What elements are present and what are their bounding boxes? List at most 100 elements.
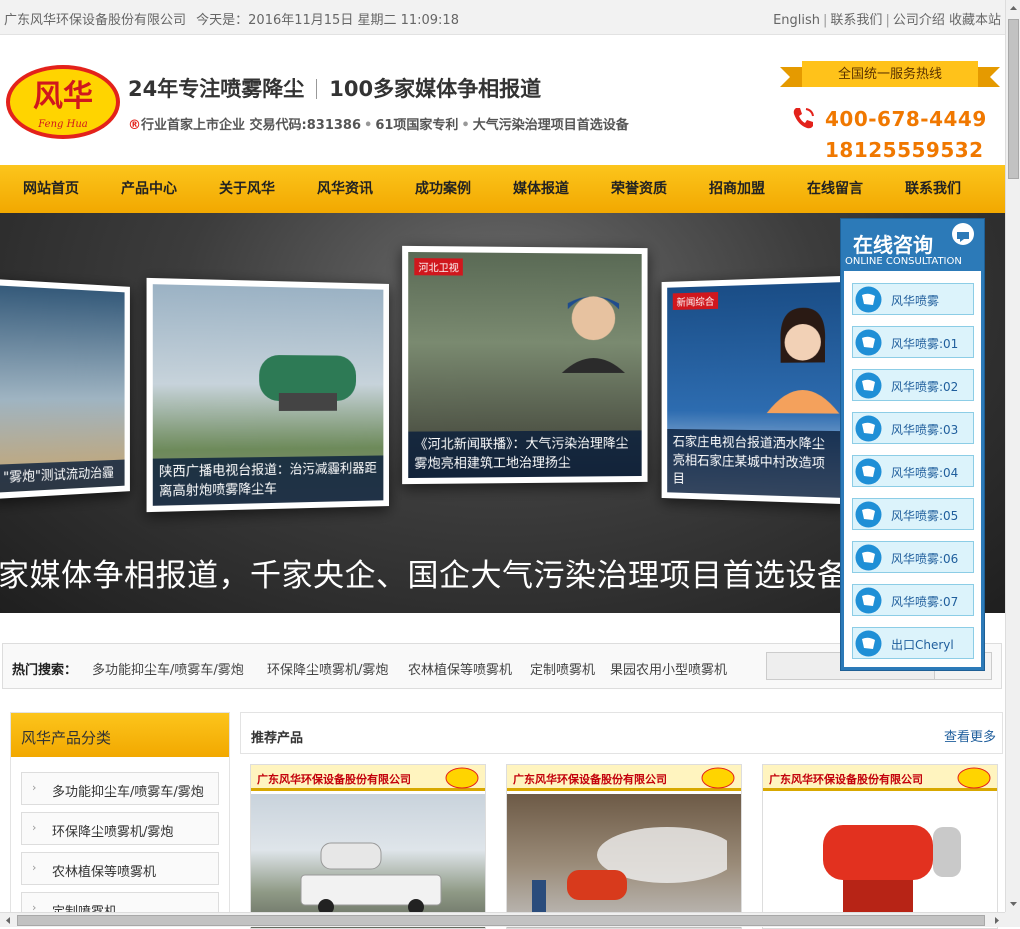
fenghua-logo[interactable]: 风华 Feng Hua xyxy=(4,63,122,141)
interviewee-icon xyxy=(554,283,633,373)
hot-search-label: 热门搜索： xyxy=(12,659,77,678)
slogan-sub: ®行业首家上市企业 交易代码:831386 • 61项国家专利 • 大气污染治理项目首选… xyxy=(128,114,629,133)
hot-keyword[interactable]: 果园农用小型喷雾机 xyxy=(610,659,727,678)
link-english[interactable]: English xyxy=(773,13,820,28)
card-company: 广东风华环保设备股份有限公司 xyxy=(513,771,667,787)
category-item[interactable]: › 多功能抑尘车/喷雾车/雾炮 xyxy=(21,772,219,805)
product-category-box: 风华产品分类 › 多功能抑尘车/喷雾车/雾炮 › 环保降尘喷雾机/雾炮 › 农林… xyxy=(10,712,230,927)
nav-home[interactable]: 网站首页 xyxy=(23,165,79,213)
view-more-link[interactable]: 查看更多 xyxy=(944,726,996,745)
nav-media[interactable]: 媒体报道 xyxy=(513,165,569,213)
media-caption-3: 《河北新闻联播》：大气污染治理降尘雾炮亮相建筑工地治理扬尘 xyxy=(408,430,641,478)
qq-contact-button[interactable]: 风华喷雾:01 xyxy=(852,326,974,358)
phone-mobile: 18125559532 xyxy=(825,138,984,162)
media-shot-1: "雾炮"测试流动治霾 xyxy=(0,279,130,499)
online-consult-panel: 在线咨询 ONLINE CONSULTATION 风华喷雾 风华喷雾:01 风华… xyxy=(840,218,985,671)
chevron-right-icon: › xyxy=(32,781,36,794)
date-text: 今天是：2016年11月15日 星期二 11:09:18 xyxy=(196,13,459,28)
nav-contact[interactable]: 联系我们 xyxy=(905,165,961,213)
hot-keyword[interactable]: 多功能抑尘车/喷雾车/雾炮 xyxy=(92,659,244,678)
top-bar: 广东风华环保设备股份有限公司 今天是：2016年11月15日 星期二 11:09… xyxy=(0,0,1005,35)
qq-contact-button[interactable]: 风华喷雾:04 xyxy=(852,455,974,487)
chevron-right-icon: › xyxy=(32,861,36,874)
card-logo xyxy=(957,767,991,789)
hot-keyword[interactable]: 定制喷雾机 xyxy=(530,659,595,678)
qq-contact-button[interactable]: 出口Cheryl xyxy=(852,627,974,659)
nav-about[interactable]: 关于风华 xyxy=(219,165,275,213)
media-shot-4: 新闻综合 石家庄电视台报道洒水降尘亮相石家庄某城中村改造项目 xyxy=(662,276,848,504)
slogan-sub-b: 61项国家专利 xyxy=(375,118,458,133)
slogan-sub-a: 行业首家上市企业 交易代码:831386 xyxy=(141,118,361,133)
logo-cn: 风华 xyxy=(33,79,93,114)
qq-icon xyxy=(855,630,882,657)
qq-icon xyxy=(855,544,882,571)
qq-contact-button[interactable]: 风华喷雾:03 xyxy=(852,412,974,444)
product-card[interactable]: 广东风华环保设备股份有限公司 xyxy=(762,764,998,929)
qq-contact-button[interactable]: 风华喷雾:07 xyxy=(852,584,974,616)
qq-contact-button[interactable]: 风华喷雾 xyxy=(852,283,974,315)
qq-icon xyxy=(855,372,882,399)
link-contact[interactable]: 联系我们 xyxy=(830,13,882,28)
banner-headline: 家媒体争相报道，千家央企、国企大气污染治理项目首选设备 xyxy=(0,550,849,595)
slogan-main: 24年专注喷雾降尘 100多家媒体争相报道 xyxy=(128,73,541,103)
link-about[interactable]: 公司介绍 xyxy=(893,13,945,28)
scrollbar-corner xyxy=(1005,912,1020,927)
hot-keyword[interactable]: 农林植保等喷雾机 xyxy=(408,659,512,678)
qq-contact-button[interactable]: 风华喷雾:02 xyxy=(852,369,974,401)
qq-contact-button[interactable]: 风华喷雾:05 xyxy=(852,498,974,530)
slogan-b: 100多家媒体争相报道 xyxy=(329,77,541,101)
vertical-scrollbar[interactable] xyxy=(1005,0,1020,912)
nav-news[interactable]: 风华资讯 xyxy=(317,165,373,213)
nav-franchise[interactable]: 招商加盟 xyxy=(709,165,765,213)
scroll-left-arrow-icon[interactable] xyxy=(0,913,15,928)
qq-icon xyxy=(855,587,882,614)
qq-icon xyxy=(855,329,882,356)
consult-list: 风华喷雾 风华喷雾:01 风华喷雾:02 风华喷雾:03 风华喷雾:04 风华喷… xyxy=(844,271,981,667)
header: 风华 Feng Hua 24年专注喷雾降尘 100多家媒体争相报道 ®行业首家上市… xyxy=(0,35,1005,165)
media-caption-4: 石家庄电视台报道洒水降尘亮相石家庄某城中村改造项目 xyxy=(667,429,841,498)
consult-title: 在线咨询 xyxy=(853,229,933,258)
category-item[interactable]: › 环保降尘喷雾机/雾炮 xyxy=(21,812,219,845)
horizontal-scrollbar[interactable] xyxy=(0,912,1005,927)
qq-icon xyxy=(855,501,882,528)
product-card[interactable]: 广东风华环保设备股份有限公司 xyxy=(250,764,486,929)
nav-products[interactable]: 产品中心 xyxy=(121,165,177,213)
hot-keyword[interactable]: 环保降尘喷雾机/雾炮 xyxy=(267,659,388,678)
product-card[interactable]: 广东风华环保设备股份有限公司 xyxy=(506,764,742,929)
company-name: 广东风华环保设备股份有限公司 xyxy=(4,13,186,28)
scroll-right-arrow-icon[interactable] xyxy=(990,913,1005,928)
category-item[interactable]: › 农林植保等喷雾机 xyxy=(21,852,219,885)
media-shot-2: 陕西广播电视台报道：治污减霾利器距离高射炮喷雾降尘车 xyxy=(147,278,389,512)
vertical-scroll-thumb[interactable] xyxy=(1008,19,1019,179)
tv-label-news: 新闻综合 xyxy=(673,292,718,310)
anchor-icon xyxy=(763,301,842,414)
qq-icon xyxy=(855,458,882,485)
tv-label-hebei: 河北卫视 xyxy=(414,258,463,275)
phone-400: 400-678-4449 xyxy=(825,107,987,131)
nav-message[interactable]: 在线留言 xyxy=(807,165,863,213)
red-cannon-icon xyxy=(793,815,983,925)
qq-icon xyxy=(855,415,882,442)
card-logo xyxy=(701,767,735,789)
slogan-a: 24年专注喷雾降尘 xyxy=(128,77,304,101)
hotline-label: 全国统一服务热线 xyxy=(806,63,974,82)
media-caption-2: 陕西广播电视台报道：治污减霾利器距离高射炮喷雾降尘车 xyxy=(153,455,384,505)
category-title: 风华产品分类 xyxy=(21,727,111,748)
horizontal-scroll-thumb[interactable] xyxy=(17,915,985,926)
media-caption-1: "雾炮"测试流动治霾 xyxy=(0,460,125,493)
slogan-sub-c: 大气污染治理项目首选设备 xyxy=(473,118,629,133)
consult-subtitle: ONLINE CONSULTATION xyxy=(845,256,962,267)
card-company: 广东风华环保设备股份有限公司 xyxy=(257,771,411,787)
cannon-icon xyxy=(249,335,365,415)
recommend-header: 推荐产品 查看更多 xyxy=(240,712,1003,754)
category-header: 风华产品分类 xyxy=(11,713,229,757)
nav-honors[interactable]: 荣誉资质 xyxy=(611,165,667,213)
scroll-up-arrow-icon[interactable] xyxy=(1006,0,1020,17)
nav-cases[interactable]: 成功案例 xyxy=(415,165,471,213)
mist-cannon-icon xyxy=(527,825,727,925)
card-company: 广东风华环保设备股份有限公司 xyxy=(769,771,923,787)
qq-contact-button[interactable]: 风华喷雾:06 xyxy=(852,541,974,573)
link-bookmark[interactable]: 收藏本站 xyxy=(949,13,1001,28)
scroll-down-arrow-icon[interactable] xyxy=(1006,895,1020,912)
recommend-title: 推荐产品 xyxy=(251,727,303,746)
